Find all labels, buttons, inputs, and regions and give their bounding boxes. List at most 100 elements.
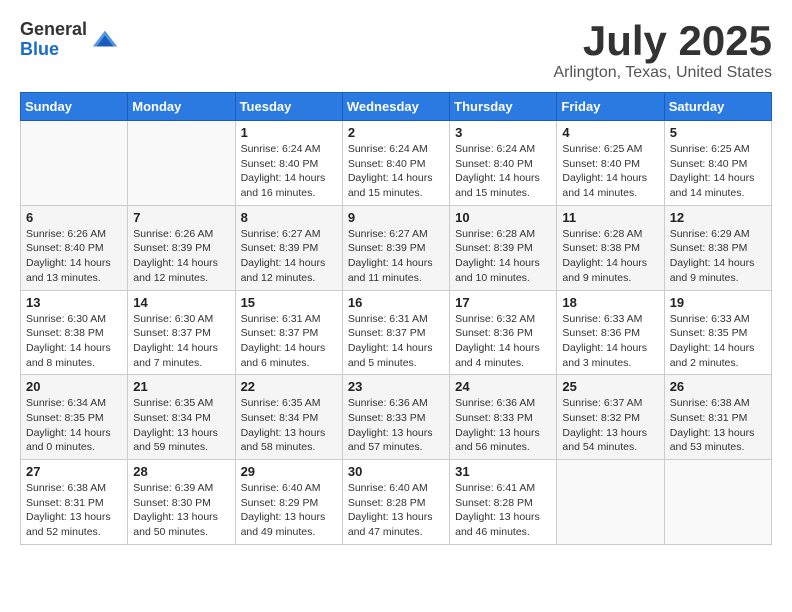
day-info: Sunrise: 6:28 AM Sunset: 8:38 PM Dayligh… [562, 227, 658, 286]
calendar-cell: 7 Sunrise: 6:26 AM Sunset: 8:39 PM Daylig… [128, 205, 235, 290]
title-block: July 2025 Arlington, Texas, United State… [554, 20, 773, 82]
day-number: 5 [670, 125, 766, 140]
day-number: 13 [26, 295, 122, 310]
day-info: Sunrise: 6:25 AM Sunset: 8:40 PM Dayligh… [670, 142, 766, 201]
weekday-header-row: SundayMondayTuesdayWednesdayThursdayFrid… [21, 93, 772, 121]
weekday-header-monday: Monday [128, 93, 235, 121]
calendar-cell: 18 Sunrise: 6:33 AM Sunset: 8:36 PM Dayli… [557, 290, 664, 375]
day-number: 30 [348, 464, 444, 479]
weekday-header-sunday: Sunday [21, 93, 128, 121]
day-info: Sunrise: 6:40 AM Sunset: 8:28 PM Dayligh… [348, 481, 444, 540]
calendar-cell [557, 460, 664, 545]
calendar-cell: 15 Sunrise: 6:31 AM Sunset: 8:37 PM Dayli… [235, 290, 342, 375]
day-number: 9 [348, 210, 444, 225]
calendar-week-3: 13 Sunrise: 6:30 AM Sunset: 8:38 PM Dayli… [21, 290, 772, 375]
day-info: Sunrise: 6:33 AM Sunset: 8:35 PM Dayligh… [670, 312, 766, 371]
location: Arlington, Texas, United States [554, 64, 773, 82]
day-info: Sunrise: 6:41 AM Sunset: 8:28 PM Dayligh… [455, 481, 551, 540]
day-number: 1 [241, 125, 337, 140]
weekday-header-thursday: Thursday [450, 93, 557, 121]
calendar-cell: 28 Sunrise: 6:39 AM Sunset: 8:30 PM Dayli… [128, 460, 235, 545]
day-number: 26 [670, 379, 766, 394]
day-info: Sunrise: 6:35 AM Sunset: 8:34 PM Dayligh… [133, 396, 229, 455]
day-number: 7 [133, 210, 229, 225]
day-info: Sunrise: 6:37 AM Sunset: 8:32 PM Dayligh… [562, 396, 658, 455]
calendar-cell: 25 Sunrise: 6:37 AM Sunset: 8:32 PM Dayli… [557, 375, 664, 460]
calendar-cell: 17Sunrise: 6:32 AM Sunset: 8:36 PM Dayli… [450, 290, 557, 375]
day-info: Sunrise: 6:38 AM Sunset: 8:31 PM Dayligh… [26, 481, 122, 540]
day-number: 21 [133, 379, 229, 394]
calendar-cell: 24Sunrise: 6:36 AM Sunset: 8:33 PM Dayli… [450, 375, 557, 460]
day-info: Sunrise: 6:26 AM Sunset: 8:39 PM Dayligh… [133, 227, 229, 286]
day-number: 22 [241, 379, 337, 394]
day-number: 2 [348, 125, 444, 140]
day-number: 6 [26, 210, 122, 225]
day-number: 18 [562, 295, 658, 310]
day-number: 3 [455, 125, 551, 140]
calendar-cell: 10 Sunrise: 6:28 AM Sunset: 8:39 PM Dayli… [450, 205, 557, 290]
calendar-cell [128, 121, 235, 206]
day-number: 29 [241, 464, 337, 479]
calendar-cell: 2Sunrise: 6:24 AM Sunset: 8:40 PM Daylig… [342, 121, 449, 206]
day-number: 24 [455, 379, 551, 394]
day-info: Sunrise: 6:27 AM Sunset: 8:39 PM Dayligh… [241, 227, 337, 286]
day-info: Sunrise: 6:35 AM Sunset: 8:34 PM Dayligh… [241, 396, 337, 455]
logo-blue: Blue [20, 40, 87, 60]
logo: General Blue [20, 20, 119, 60]
calendar-week-2: 6 Sunrise: 6:26 AM Sunset: 8:40 PM Daylig… [21, 205, 772, 290]
day-number: 11 [562, 210, 658, 225]
day-info: Sunrise: 6:28 AM Sunset: 8:39 PM Dayligh… [455, 227, 551, 286]
day-number: 27 [26, 464, 122, 479]
calendar-cell: 21 Sunrise: 6:35 AM Sunset: 8:34 PM Dayli… [128, 375, 235, 460]
calendar-cell: 22 Sunrise: 6:35 AM Sunset: 8:34 PM Dayli… [235, 375, 342, 460]
day-info: Sunrise: 6:29 AM Sunset: 8:38 PM Dayligh… [670, 227, 766, 286]
logo-text: General Blue [20, 20, 87, 60]
calendar-cell: 3 Sunrise: 6:24 AM Sunset: 8:40 PM Daylig… [450, 121, 557, 206]
calendar-cell: 1 Sunrise: 6:24 AM Sunset: 8:40 PM Daylig… [235, 121, 342, 206]
day-number: 19 [670, 295, 766, 310]
calendar-cell: 31 Sunrise: 6:41 AM Sunset: 8:28 PM Dayli… [450, 460, 557, 545]
weekday-header-friday: Friday [557, 93, 664, 121]
calendar-cell: 26Sunrise: 6:38 AM Sunset: 8:31 PM Dayli… [664, 375, 771, 460]
calendar-cell: 8 Sunrise: 6:27 AM Sunset: 8:39 PM Daylig… [235, 205, 342, 290]
calendar-cell: 27 Sunrise: 6:38 AM Sunset: 8:31 PM Dayli… [21, 460, 128, 545]
day-info: Sunrise: 6:30 AM Sunset: 8:38 PM Dayligh… [26, 312, 122, 371]
day-number: 8 [241, 210, 337, 225]
day-number: 16 [348, 295, 444, 310]
day-info: Sunrise: 6:31 AM Sunset: 8:37 PM Dayligh… [348, 312, 444, 371]
day-number: 31 [455, 464, 551, 479]
day-info: Sunrise: 6:26 AM Sunset: 8:40 PM Dayligh… [26, 227, 122, 286]
calendar-cell: 20Sunrise: 6:34 AM Sunset: 8:35 PM Dayli… [21, 375, 128, 460]
day-number: 4 [562, 125, 658, 140]
day-info: Sunrise: 6:33 AM Sunset: 8:36 PM Dayligh… [562, 312, 658, 371]
calendar-week-5: 27 Sunrise: 6:38 AM Sunset: 8:31 PM Dayli… [21, 460, 772, 545]
calendar-cell [664, 460, 771, 545]
day-info: Sunrise: 6:31 AM Sunset: 8:37 PM Dayligh… [241, 312, 337, 371]
day-number: 23 [348, 379, 444, 394]
day-info: Sunrise: 6:39 AM Sunset: 8:30 PM Dayligh… [133, 481, 229, 540]
day-info: Sunrise: 6:25 AM Sunset: 8:40 PM Dayligh… [562, 142, 658, 201]
calendar-cell: 23Sunrise: 6:36 AM Sunset: 8:33 PM Dayli… [342, 375, 449, 460]
day-number: 10 [455, 210, 551, 225]
day-info: Sunrise: 6:24 AM Sunset: 8:40 PM Dayligh… [241, 142, 337, 201]
calendar-cell: 9 Sunrise: 6:27 AM Sunset: 8:39 PM Daylig… [342, 205, 449, 290]
calendar-cell: 14Sunrise: 6:30 AM Sunset: 8:37 PM Dayli… [128, 290, 235, 375]
day-number: 25 [562, 379, 658, 394]
day-number: 28 [133, 464, 229, 479]
calendar-cell: 11 Sunrise: 6:28 AM Sunset: 8:38 PM Dayli… [557, 205, 664, 290]
day-info: Sunrise: 6:32 AM Sunset: 8:36 PM Dayligh… [455, 312, 551, 371]
calendar-cell: 12Sunrise: 6:29 AM Sunset: 8:38 PM Dayli… [664, 205, 771, 290]
weekday-header-wednesday: Wednesday [342, 93, 449, 121]
day-number: 15 [241, 295, 337, 310]
logo-icon [91, 26, 119, 54]
calendar-cell: 6 Sunrise: 6:26 AM Sunset: 8:40 PM Daylig… [21, 205, 128, 290]
page-header: General Blue July 2025 Arlington, Texas,… [20, 20, 772, 82]
day-info: Sunrise: 6:24 AM Sunset: 8:40 PM Dayligh… [455, 142, 551, 201]
calendar-cell: 30 Sunrise: 6:40 AM Sunset: 8:28 PM Dayli… [342, 460, 449, 545]
day-info: Sunrise: 6:27 AM Sunset: 8:39 PM Dayligh… [348, 227, 444, 286]
day-info: Sunrise: 6:34 AM Sunset: 8:35 PM Dayligh… [26, 396, 122, 455]
day-info: Sunrise: 6:30 AM Sunset: 8:37 PM Dayligh… [133, 312, 229, 371]
calendar-week-4: 20Sunrise: 6:34 AM Sunset: 8:35 PM Dayli… [21, 375, 772, 460]
month-title: July 2025 [554, 20, 773, 62]
day-info: Sunrise: 6:40 AM Sunset: 8:29 PM Dayligh… [241, 481, 337, 540]
